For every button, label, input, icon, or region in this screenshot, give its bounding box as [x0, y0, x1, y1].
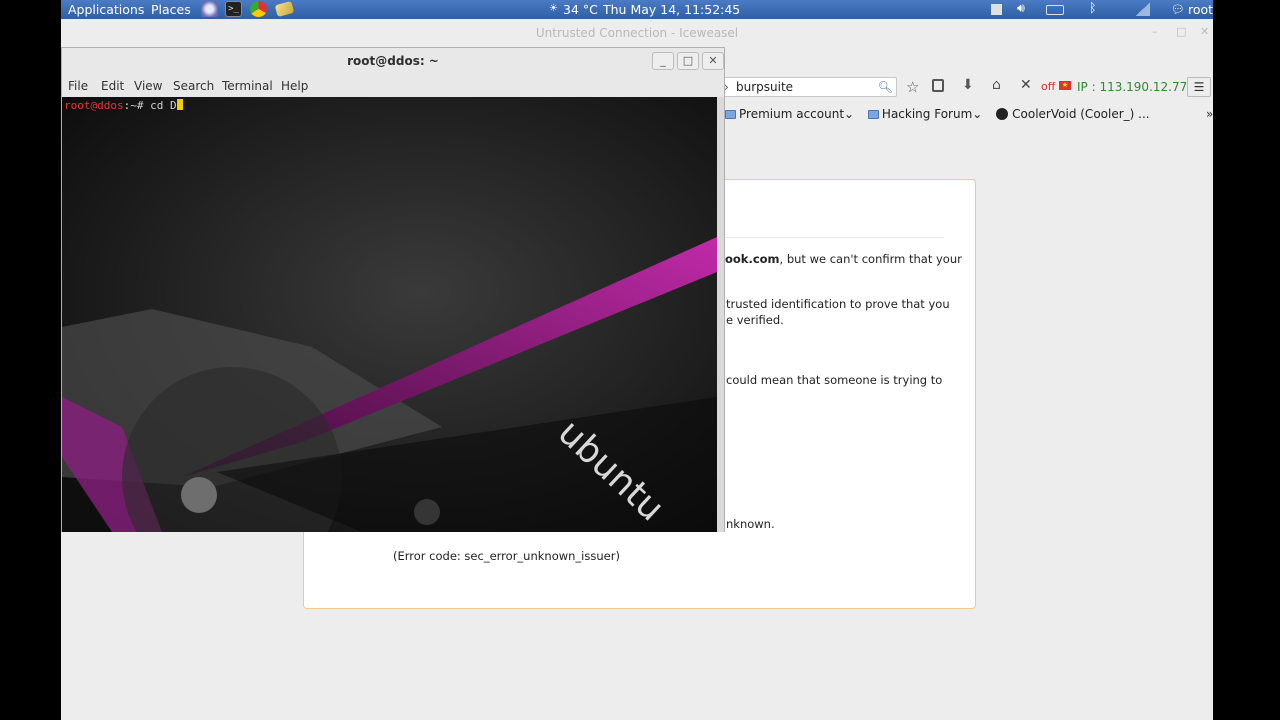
clock[interactable]: Thu May 14, 11:52:45	[603, 2, 740, 17]
menu-terminal[interactable]: Terminal	[222, 79, 273, 93]
search-box[interactable]: › burpsuite 🔍︎	[719, 77, 897, 97]
notes-launcher-icon[interactable]	[274, 1, 295, 17]
menu-icon[interactable]: ☰	[1187, 77, 1211, 97]
menu-help[interactable]: Help	[281, 79, 308, 93]
error-text-line-2: trusted identification to prove that you	[726, 297, 950, 311]
bookmark-coolervoid[interactable]: CoolerVoid (Cooler_) ...	[996, 107, 1150, 121]
bookmarks-list-icon[interactable]	[932, 79, 944, 92]
prompt-user: root@ddos	[64, 99, 124, 112]
terminal-window: root@ddos: ~ _ □ ✕ File Edit View Search…	[61, 47, 725, 532]
menu-file[interactable]: File	[68, 79, 88, 93]
weather-temperature[interactable]: 34 °C	[563, 2, 598, 17]
terminal-launcher-icon[interactable]: >_	[225, 1, 242, 17]
chat-icon[interactable]: 💬︎	[1171, 3, 1185, 16]
browser-close-button[interactable]: ✕	[1200, 25, 1209, 38]
terminal-close-button[interactable]: ✕	[702, 52, 724, 70]
top-panel: Applications Places >_ ☀ 34 °C Thu May 1…	[61, 0, 1213, 19]
command-input[interactable]: cd D	[150, 99, 177, 112]
terminal-menubar: File Edit View Search Terminal Help	[62, 76, 724, 98]
github-icon	[996, 108, 1009, 120]
chrome-launcher-icon[interactable]	[250, 1, 267, 17]
terminal-prompt-line: root@ddos:~# cd D	[64, 99, 183, 112]
error-text-line-4: could mean that someone is trying to	[726, 373, 943, 387]
terminal-output[interactable]: ubuntu root@ddos:~# cd D	[62, 97, 717, 532]
bookmark-hacking-forum[interactable]: Hacking Forum⌄	[867, 107, 983, 121]
stop-icon[interactable]	[991, 4, 1002, 15]
bookmark-premium-account[interactable]: Premium account⌄	[725, 107, 854, 121]
weather-icon: ☀	[549, 3, 558, 14]
applications-menu[interactable]: Applications	[68, 2, 144, 17]
prompt-path: :~#	[123, 99, 151, 112]
menu-view[interactable]: View	[134, 79, 162, 93]
vietnam-flag-icon: ★	[1059, 81, 1071, 90]
browser-maximize-button[interactable]: □	[1176, 25, 1186, 38]
chevron-down-icon: ⌄	[972, 107, 983, 121]
browser-minimize-button[interactable]: –	[1152, 25, 1158, 38]
proxy-status[interactable]: off	[1041, 80, 1055, 93]
error-text-line-1: ook.com, but we can't confirm that your	[725, 252, 962, 266]
home-icon[interactable]: ⌂	[992, 77, 1001, 93]
more-bookmarks-button[interactable]: »	[1206, 107, 1213, 121]
text-cursor	[176, 99, 183, 110]
error-text-line-5: nknown.	[726, 517, 775, 531]
menu-edit[interactable]: Edit	[101, 79, 124, 93]
bookmark-star-icon[interactable]: ☆	[906, 78, 919, 96]
terminal-title: root@ddos: ~	[347, 54, 439, 68]
user-menu[interactable]: root	[1188, 2, 1213, 17]
chevron-down-icon: ⌄	[844, 107, 855, 121]
terminal-minimize-button[interactable]: _	[652, 52, 674, 70]
ip-address[interactable]: IP : 113.190.12.77	[1077, 80, 1187, 94]
menu-search[interactable]: Search	[173, 79, 214, 93]
signal-icon[interactable]	[1136, 2, 1150, 16]
folder-icon	[867, 110, 879, 119]
volume-icon[interactable]: 🔊︎	[1017, 0, 1025, 16]
terminal-maximize-button[interactable]: □	[677, 52, 699, 70]
error-code: (Error code: sec_error_unknown_issuer)	[393, 549, 620, 563]
network-icon[interactable]	[1046, 5, 1064, 15]
places-menu[interactable]: Places	[151, 2, 191, 17]
terminal-scrollbar[interactable]	[717, 97, 724, 532]
error-divider	[726, 237, 944, 238]
folder-icon	[725, 110, 736, 119]
search-input[interactable]: burpsuite	[736, 80, 793, 94]
bluetooth-icon[interactable]: ᛒ	[1089, 0, 1097, 15]
downloads-icon[interactable]: ⬇	[962, 77, 974, 93]
close-x-icon[interactable]: ✕	[1020, 77, 1032, 93]
search-icon[interactable]: 🔍︎	[878, 78, 893, 96]
error-text-line-3: e verified.	[726, 313, 784, 327]
bookmarks-bar: Premium account⌄ Hacking Forum⌄ CoolerVo…	[725, 107, 1160, 127]
browser-launcher-icon[interactable]	[201, 1, 218, 17]
browser-title: Untrusted Connection - Iceweasel	[535, 26, 739, 40]
